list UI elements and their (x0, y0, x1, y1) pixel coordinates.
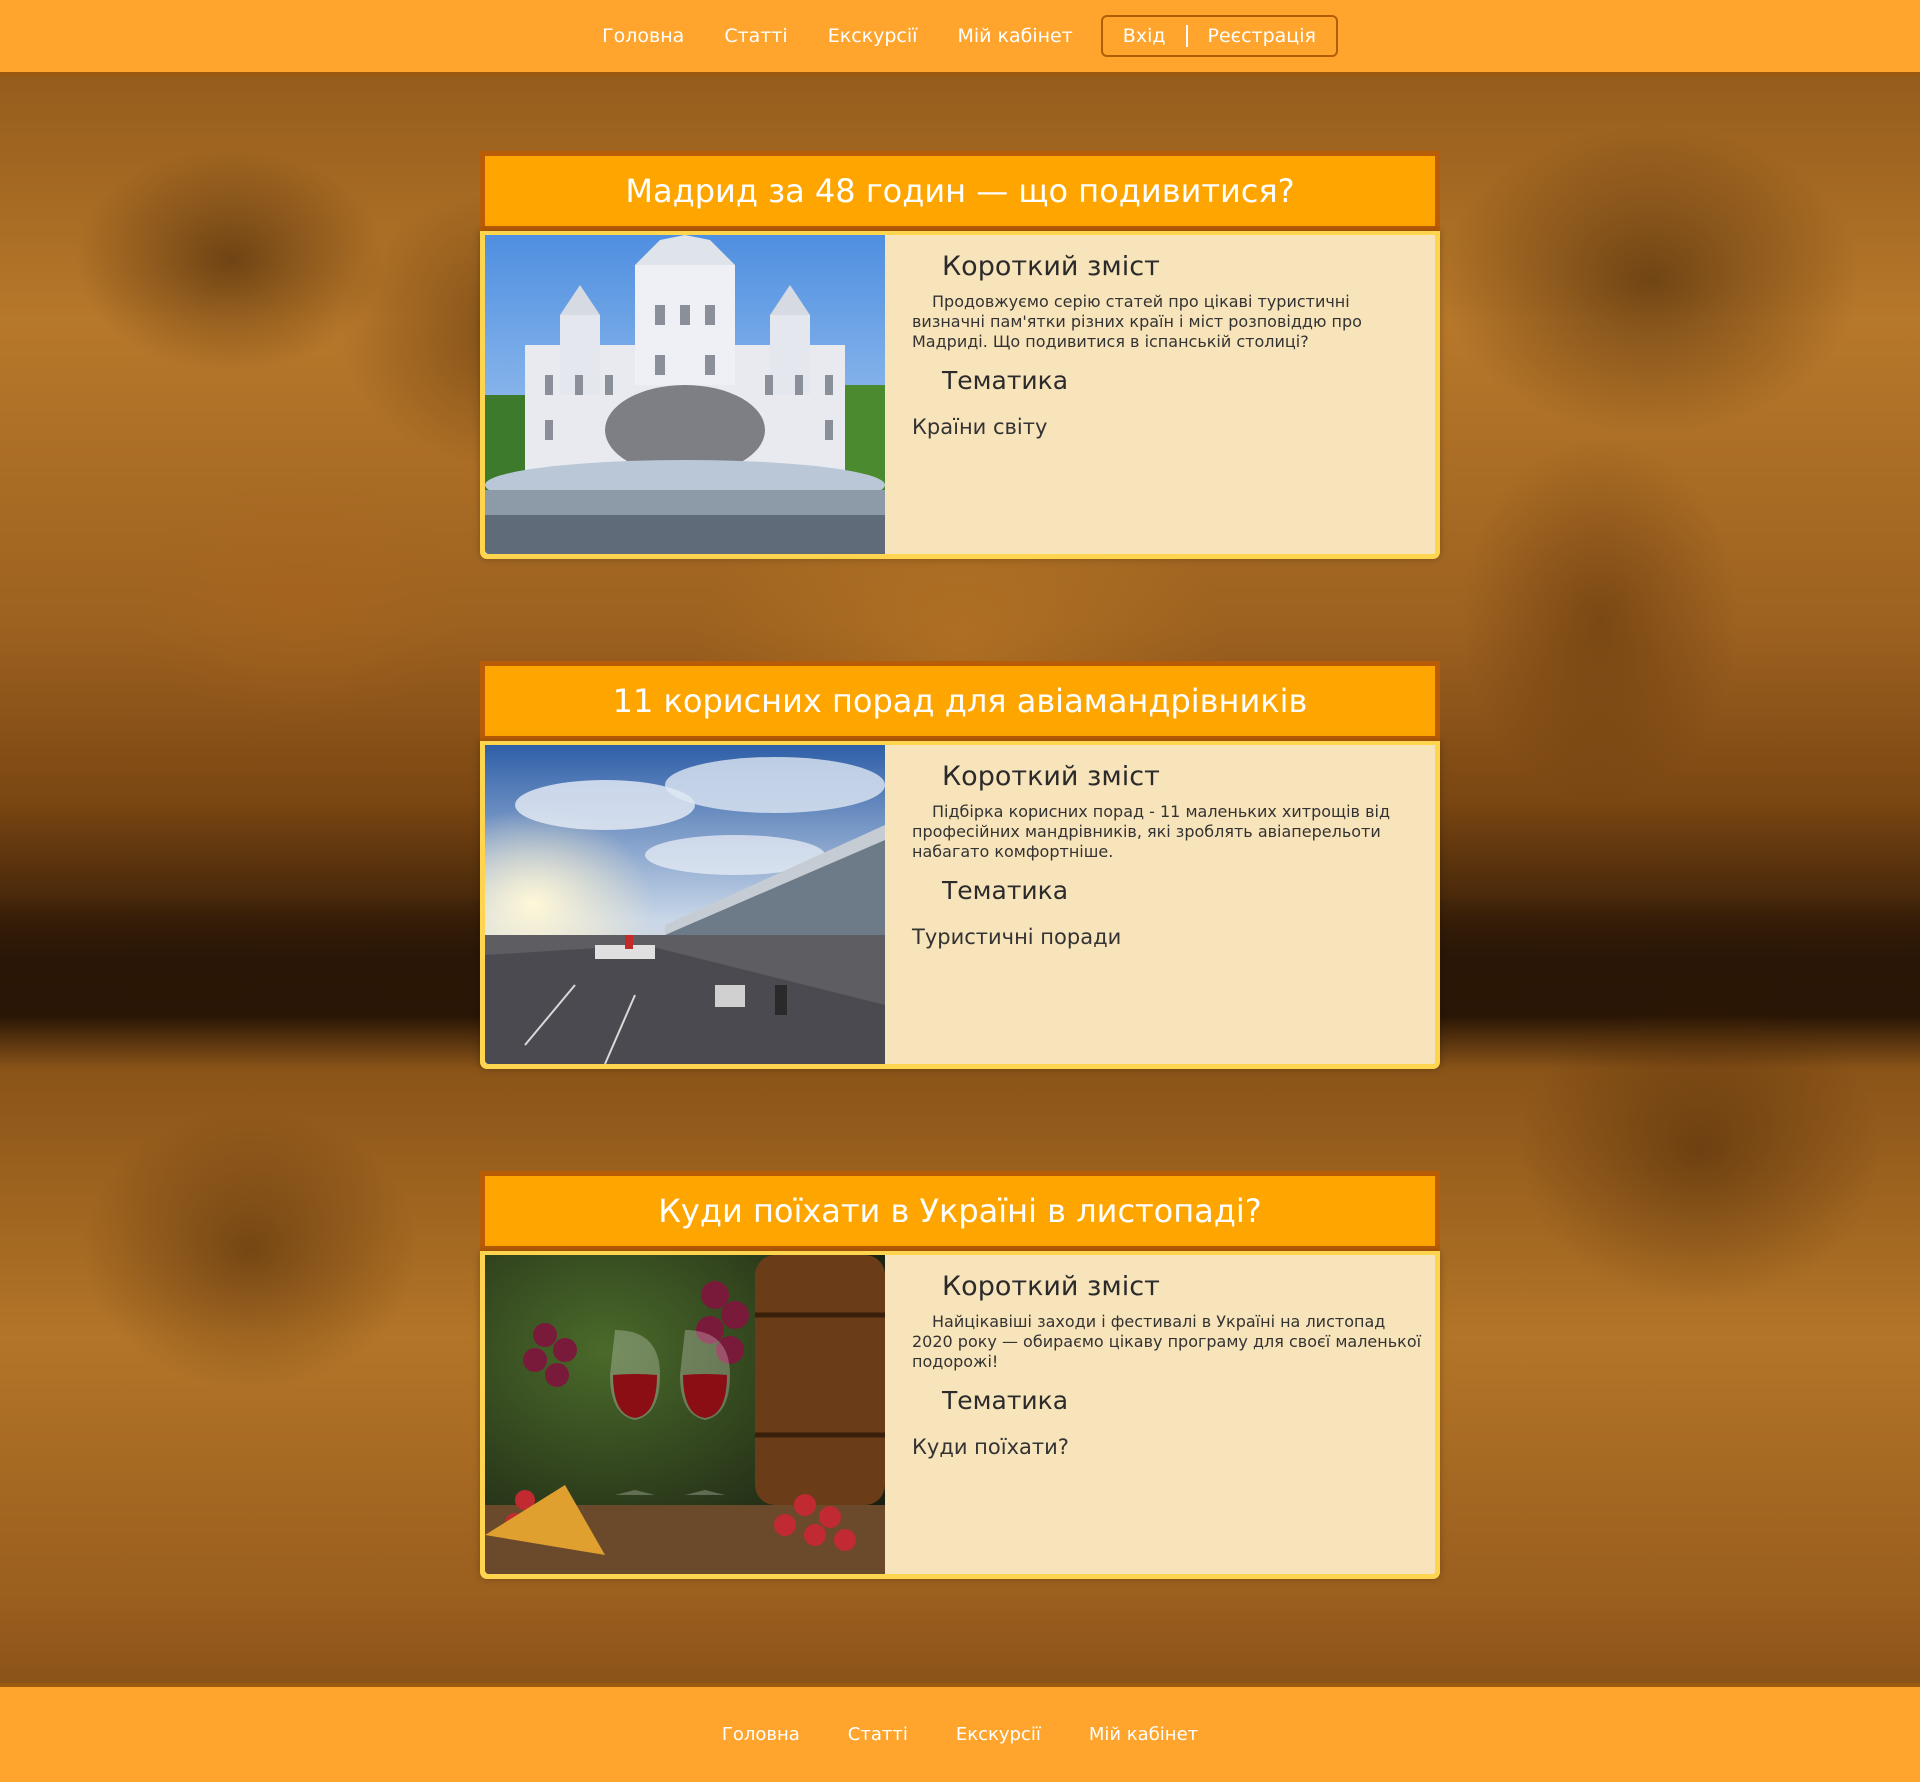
topic-text[interactable]: Куди поїхати? (912, 1435, 1422, 1459)
article-title[interactable]: Мадрид за 48 годин — що подивитися? (480, 151, 1440, 231)
article-body: Короткий зміст Найцікавіші заходи і фест… (480, 1251, 1440, 1579)
topic-text[interactable]: Країни світу (912, 415, 1422, 439)
summary-text: Найцікавіші заходи і фестивалі в Україні… (912, 1312, 1422, 1371)
nav-excursions-link[interactable]: Екскурсії (828, 25, 918, 47)
footer-cabinet-link[interactable]: Мій кабінет (1089, 1724, 1198, 1745)
nav-cabinet-link[interactable]: Мій кабінет (957, 25, 1072, 47)
article-text: Короткий зміст Продовжуємо серію статей … (912, 235, 1422, 439)
summary-heading: Короткий зміст (942, 761, 1160, 792)
article-text: Короткий зміст Підбірка корисних порад -… (912, 745, 1422, 949)
article-body: Короткий зміст Продовжуємо серію статей … (480, 231, 1440, 559)
footer-home-link[interactable]: Головна (722, 1724, 800, 1745)
article-card: Куди поїхати в Україні в листопаді? Коро… (480, 1171, 1440, 1579)
footer-excursions-link[interactable]: Екскурсії (956, 1724, 1041, 1745)
article-image-airport[interactable] (485, 745, 885, 1064)
summary-heading: Короткий зміст (942, 251, 1160, 282)
topic-heading: Тематика (942, 366, 1069, 395)
summary-heading: Короткий зміст (942, 1271, 1160, 1302)
topic-heading: Тематика (942, 876, 1069, 905)
auth-separator (1185, 25, 1188, 47)
register-link[interactable]: Реєстрація (1208, 25, 1316, 47)
article-title[interactable]: Куди поїхати в Україні в листопаді? (480, 1171, 1440, 1251)
nav-home-link[interactable]: Головна (602, 25, 684, 47)
summary-text: Підбірка корисних порад - 11 маленьких х… (912, 802, 1390, 861)
auth-box: Вхід Реєстрація (1100, 15, 1338, 57)
topic-heading: Тематика (942, 1386, 1069, 1415)
article-image-madrid[interactable] (485, 235, 885, 554)
article-title[interactable]: 11 корисних порад для авіамандрівників (480, 661, 1440, 741)
nav-articles-link[interactable]: Статті (724, 25, 787, 47)
article-body: Короткий зміст Підбірка корисних порад -… (480, 741, 1440, 1069)
article-image-wine[interactable] (485, 1255, 885, 1574)
main-nav: Головна Статті Екскурсії Мій кабінет Вхі… (582, 15, 1338, 57)
article-card: 11 корисних порад для авіамандрівників К… (480, 661, 1440, 1069)
topic-text[interactable]: Туристичні поради (912, 925, 1422, 949)
footer: Головна Статті Екскурсії Мій кабінет (0, 1683, 1920, 1782)
top-navigation-bar: Головна Статті Екскурсії Мій кабінет Вхі… (0, 0, 1920, 76)
login-link[interactable]: Вхід (1123, 25, 1166, 47)
footer-articles-link[interactable]: Статті (848, 1724, 908, 1745)
article-text: Короткий зміст Найцікавіші заходи і фест… (912, 1255, 1422, 1459)
article-card: Мадрид за 48 годин — що подивитися? Коро… (480, 151, 1440, 559)
summary-text: Продовжуємо серію статей про цікаві тури… (912, 292, 1362, 351)
